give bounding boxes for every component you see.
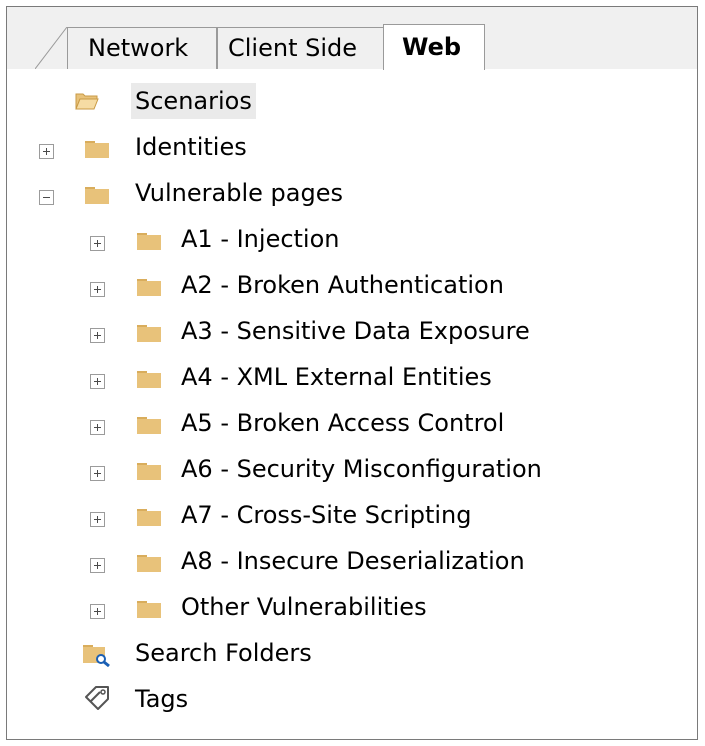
expand-icon[interactable] [90, 420, 105, 435]
expand-icon[interactable] [90, 604, 105, 619]
tree-item-label: A7 - Cross-Site Scripting [181, 501, 472, 529]
collapse-icon[interactable] [39, 190, 54, 205]
folder-icon [137, 279, 161, 296]
folder-icon [137, 555, 161, 572]
folder-icon [85, 187, 109, 204]
web-explorer-panel: Network Client Side Web Scenarios Identi… [6, 6, 698, 740]
tree-item-label: Scenarios [131, 83, 256, 119]
expand-icon[interactable] [90, 512, 105, 527]
folder-icon [137, 463, 161, 480]
tab-strip: Network Client Side Web [7, 7, 697, 70]
tree-item-label: Search Folders [135, 639, 312, 667]
folder-icon [137, 509, 161, 526]
folder-icon [137, 601, 161, 618]
tree-item-label: Vulnerable pages [135, 179, 343, 207]
folder-icon [137, 417, 161, 434]
tree-item-label: Tags [135, 685, 189, 713]
search-folder-icon [83, 645, 110, 667]
tag-icon [85, 686, 109, 710]
tree-item-label: Other Vulnerabilities [181, 593, 427, 621]
expand-icon[interactable] [90, 282, 105, 297]
tree-item-label: A8 - Insecure Deserialization [181, 547, 525, 575]
tree-item-label: A3 - Sensitive Data Exposure [181, 317, 530, 345]
folder-icon [85, 141, 109, 158]
tab-web[interactable]: Web [383, 24, 485, 70]
tree-item-label: A2 - Broken Authentication [181, 271, 504, 299]
expand-icon[interactable] [39, 144, 54, 159]
expand-icon[interactable] [90, 328, 105, 343]
expand-icon[interactable] [90, 466, 105, 481]
folder-tree: Scenarios Identities Vulnerable pages A1… [7, 69, 697, 739]
expand-icon[interactable] [90, 374, 105, 389]
folder-icon [137, 371, 161, 388]
folder-icon [137, 233, 161, 250]
tab-client-side[interactable]: Client Side [217, 27, 389, 69]
tab-network[interactable]: Network [67, 27, 217, 69]
open-folder-icon [75, 93, 99, 110]
tree-item-label: A1 - Injection [181, 225, 340, 253]
folder-icon [137, 325, 161, 342]
tree-item-label: Identities [135, 133, 247, 161]
tree-item-label: A4 - XML External Entities [181, 363, 492, 391]
tree-item-label: A5 - Broken Access Control [181, 409, 505, 437]
expand-icon[interactable] [90, 558, 105, 573]
tree-item-label: A6 - Security Misconfiguration [181, 455, 542, 483]
expand-icon[interactable] [90, 236, 105, 251]
